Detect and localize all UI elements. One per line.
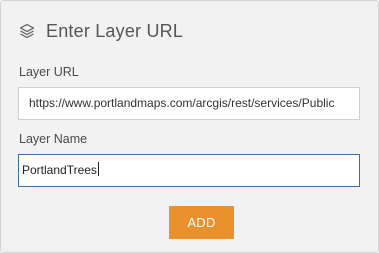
panel-header: Enter Layer URL [18,20,183,42]
layers-icon [18,22,36,40]
add-button[interactable]: ADD [169,206,234,239]
text-caret [97,162,99,176]
layer-name-input[interactable]: PortlandTrees [18,154,360,187]
layer-url-value: https://www.portlandmaps.com/arcgis/rest… [29,96,335,110]
layer-name-value: PortlandTrees [22,163,97,177]
layer-name-label: Layer Name [19,132,88,146]
layer-url-input[interactable]: https://www.portlandmaps.com/arcgis/rest… [18,87,360,120]
enter-layer-url-panel: Enter Layer URL Layer URL https://www.po… [0,0,379,253]
layer-url-label: Layer URL [19,65,79,79]
panel-title: Enter Layer URL [46,20,184,41]
